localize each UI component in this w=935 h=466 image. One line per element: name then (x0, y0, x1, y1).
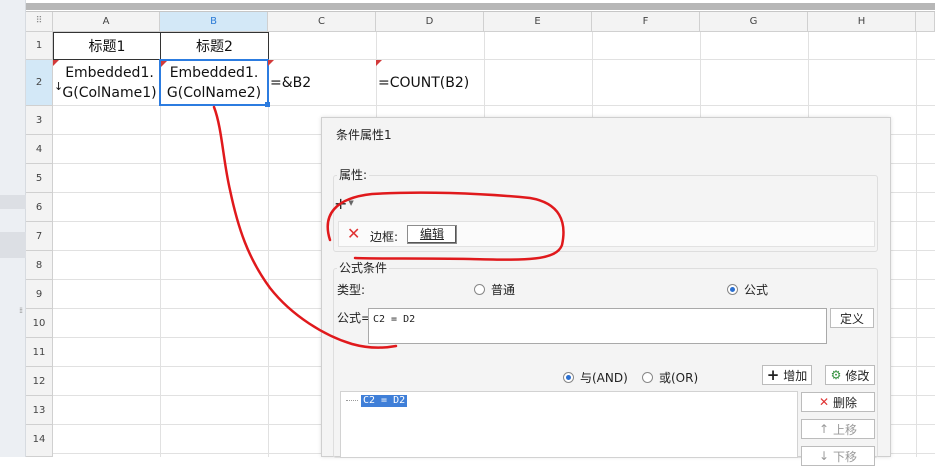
define-button[interactable]: 定义 (830, 308, 874, 328)
horizontal-scrollbar[interactable] (26, 0, 935, 12)
type-label: 类型: (337, 283, 366, 297)
row-header-10[interactable]: 10 (26, 309, 53, 338)
radio-on-icon (727, 284, 738, 295)
column-header-c[interactable]: C (268, 12, 376, 32)
column-header-b[interactable]: B (160, 12, 268, 32)
cell-marker-icon (161, 61, 167, 67)
row-header-14[interactable]: 14 (26, 425, 53, 457)
remove-x-icon[interactable]: ✕ (347, 226, 363, 242)
expand-down-icon: ↓ (54, 80, 64, 93)
row-header-7[interactable]: 7 (26, 222, 53, 251)
tree-connector (346, 400, 358, 401)
radio-on-icon (563, 372, 574, 383)
column-header-d[interactable]: D (376, 12, 484, 32)
formula-input[interactable]: C2 = D2 (368, 308, 827, 344)
row-header-11[interactable]: 11 (26, 338, 53, 367)
row-header-13[interactable]: 13 (26, 396, 53, 425)
move-down-button[interactable]: ↓ 下移 (801, 446, 875, 466)
logic-or-label: 或(OR) (659, 371, 699, 385)
formula-label: 公式= (337, 311, 372, 325)
add-attribute-dropdown[interactable]: + ▼ (334, 193, 364, 213)
border-label: 边框: (370, 230, 399, 244)
splitter-grip-icon[interactable]: ⁞⁞ (19, 306, 23, 315)
cell-marker-icon (53, 60, 59, 66)
add-condition-button[interactable]: + 增加 (762, 365, 812, 385)
row-header-8[interactable]: 8 (26, 251, 53, 280)
row-header-12[interactable]: 12 (26, 367, 53, 396)
cell-b2-line2: G(ColName2) (166, 84, 262, 101)
edit-border-button[interactable]: 编辑 (407, 225, 457, 244)
delete-x-icon: ✕ (818, 395, 830, 409)
dialog-title: 条件属性1 (336, 128, 392, 142)
type-normal-label: 普通 (491, 283, 516, 297)
column-header-overflow (916, 12, 935, 32)
attributes-label: 属性: (337, 166, 370, 183)
condition-list-item[interactable]: C2 = D2 (361, 395, 408, 407)
panel-divider (0, 195, 26, 209)
logic-and-radio[interactable]: 与(AND) (563, 369, 628, 386)
gear-edit-icon: ⚙ (830, 368, 842, 382)
panel-block (0, 232, 26, 258)
condition-list[interactable]: C2 = D2 (340, 391, 798, 458)
column-header-h[interactable]: H (808, 12, 916, 32)
formula-condition-label: 公式条件 (337, 259, 390, 276)
row-header-1[interactable]: 1 (26, 32, 53, 60)
condition-attribute-dialog: 条件属性1 属性: + ▼ ✕ 边框: 编辑 公式条件 类型: 普通 公式 公式… (321, 117, 891, 466)
arrow-up-icon: ↑ (818, 422, 830, 436)
delete-label: 删除 (833, 395, 858, 410)
chevron-down-icon: ▼ (348, 199, 354, 207)
move-up-label: 上移 (833, 422, 858, 437)
modify-label: 修改 (845, 368, 870, 383)
logic-and-label: 与(AND) (580, 371, 628, 385)
cell-marker-icon (376, 60, 382, 66)
logic-or-radio[interactable]: 或(OR) (642, 369, 698, 386)
row-header-4[interactable]: 4 (26, 135, 53, 164)
radio-off-icon (642, 372, 653, 383)
column-header-g[interactable]: G (700, 12, 808, 32)
cell-a1[interactable]: 标题1 (53, 32, 161, 60)
cell-marker-icon (268, 60, 274, 66)
arrow-down-icon: ↓ (818, 449, 830, 463)
left-panel-strip: ⁞⁞ (0, 0, 26, 457)
column-header-a[interactable]: A (53, 12, 160, 32)
move-up-button[interactable]: ↑ 上移 (801, 419, 875, 439)
cell-d2-text: =COUNT(B2) (378, 74, 470, 91)
plus-icon: + (766, 366, 780, 384)
type-formula-label: 公式 (744, 283, 769, 297)
plus-icon: + (334, 193, 348, 213)
add-label: 增加 (783, 368, 808, 383)
border-attribute-row: ✕ 边框: 编辑 (338, 221, 875, 247)
cell-a2-line1: Embedded1. (65, 64, 154, 81)
scrollbar-thumb[interactable] (26, 3, 935, 10)
row-header-2[interactable]: 2 (26, 60, 53, 106)
column-header-f[interactable]: F (592, 12, 700, 32)
type-formula-radio[interactable]: 公式 (727, 281, 768, 298)
row-header-6[interactable]: 6 (26, 193, 53, 222)
row-header-5[interactable]: 5 (26, 164, 53, 193)
cell-d2[interactable]: =COUNT(B2) (376, 60, 484, 105)
cell-c2[interactable]: =&B2 (268, 60, 376, 105)
modify-condition-button[interactable]: ⚙ 修改 (825, 365, 875, 385)
row-header-9[interactable]: 9 (26, 280, 53, 309)
cell-b2-line1: Embedded1. (169, 64, 259, 81)
row-header-3[interactable]: 3 (26, 106, 53, 135)
cell-a2-line2: G(ColName1) (62, 84, 157, 101)
column-header-e[interactable]: E (484, 12, 592, 32)
cell-b1[interactable]: 标题2 (160, 32, 269, 60)
select-all-corner[interactable]: ⠿ (26, 12, 53, 32)
radio-off-icon (474, 284, 485, 295)
cell-a2[interactable]: ↓ Embedded1. G(ColName1) (53, 60, 160, 105)
cell-b2-selected[interactable]: Embedded1. G(ColName2) (159, 59, 270, 107)
type-normal-radio[interactable]: 普通 (474, 281, 515, 298)
move-down-label: 下移 (833, 449, 858, 464)
cell-c2-text: =&B2 (270, 74, 312, 91)
delete-condition-button[interactable]: ✕ 删除 (801, 392, 875, 412)
